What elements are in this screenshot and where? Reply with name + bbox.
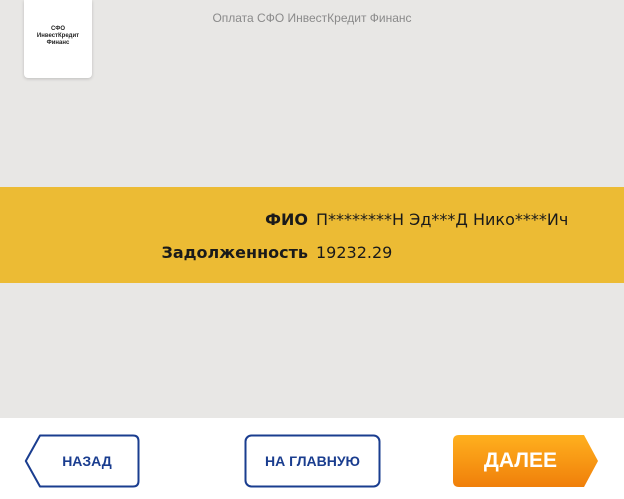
logo-line-3: Финанс bbox=[46, 39, 70, 46]
fio-label: ФИО bbox=[265, 210, 308, 229]
next-button-label: ДАЛЕЕ bbox=[483, 449, 558, 472]
back-button-label: НАЗАД bbox=[62, 453, 112, 469]
home-button[interactable]: НА ГЛАВНУЮ bbox=[244, 434, 381, 488]
fio-value: П********Н Эд***Д Нико****Ич bbox=[316, 210, 569, 229]
payer-info-panel: ФИО П********Н Эд***Д Нико****Ич Задолже… bbox=[0, 187, 624, 283]
logo-line-1: СФО bbox=[50, 25, 66, 32]
fio-row: ФИО П********Н Эд***Д Нико****Ич bbox=[0, 207, 624, 233]
next-button[interactable]: ДАЛЕЕ bbox=[452, 434, 599, 488]
logo-line-2: ИнвестКредит bbox=[36, 32, 80, 39]
debt-value: 19232.29 bbox=[316, 243, 393, 262]
home-button-label: НА ГЛАВНУЮ bbox=[265, 453, 360, 469]
provider-logo-text: СФО ИнвестКредит Финанс bbox=[32, 26, 84, 47]
page-title: Оплата СФО ИнвестКредит Финанс bbox=[212, 11, 412, 25]
debt-row: Задолженность 19232.29 bbox=[0, 240, 624, 266]
debt-label: Задолженность bbox=[161, 243, 308, 262]
back-button[interactable]: НАЗАД bbox=[24, 434, 140, 488]
